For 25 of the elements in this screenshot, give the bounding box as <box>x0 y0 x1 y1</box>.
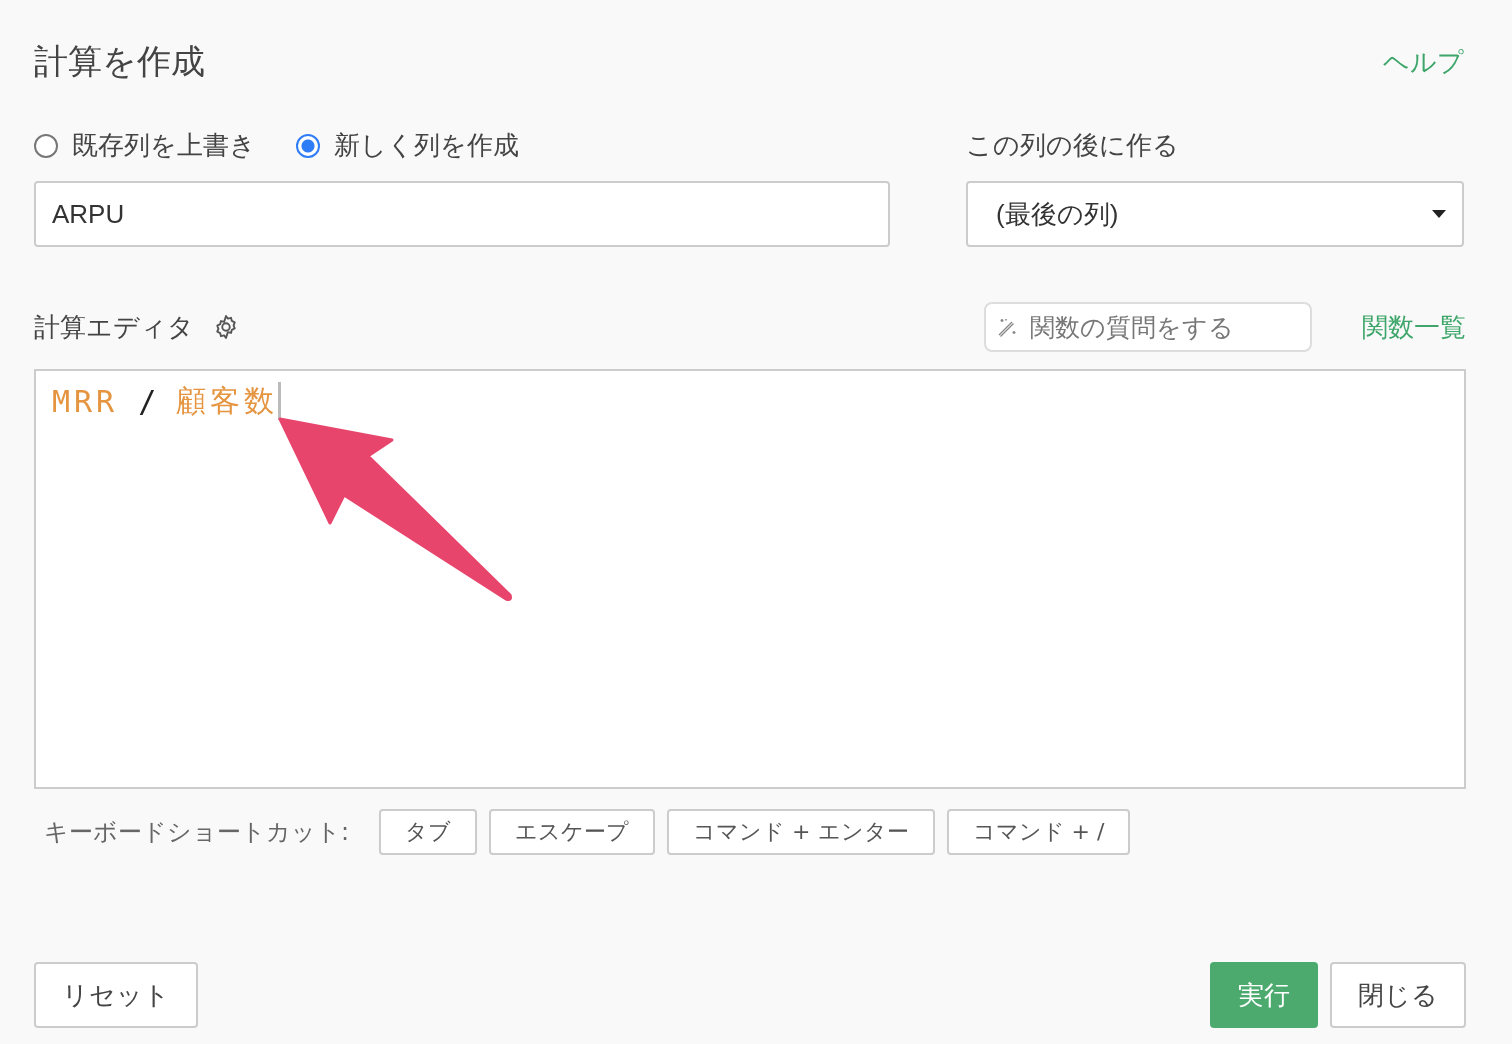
shortcut-key: コマンド + エンター <box>667 809 935 855</box>
shortcut-key: エスケープ <box>489 809 656 855</box>
radio-button[interactable] <box>296 133 320 158</box>
insert-after-dropdown[interactable]: (最後の列) <box>966 181 1464 247</box>
dialog-title: 計算を作成 <box>34 40 205 83</box>
close-button[interactable]: 閉じる <box>1330 962 1466 1028</box>
column-token: MRR <box>52 383 119 419</box>
text-cursor <box>278 382 282 420</box>
radio-option[interactable]: 既存列を上書き <box>34 128 256 163</box>
insert-after-label: この列の後に作る <box>966 129 1180 162</box>
formula-editor[interactable]: MRR / 顧客数 <box>34 369 1466 789</box>
operator-token: / <box>138 383 157 419</box>
radio-option[interactable]: 新しく列を作成 <box>296 128 519 163</box>
reset-button[interactable]: リセット <box>34 962 198 1028</box>
column-name-field[interactable]: ARPU <box>34 181 890 247</box>
shortcuts-label: キーボードショートカット: <box>44 817 350 848</box>
radio-label: 既存列を上書き <box>72 129 256 162</box>
ask-function-field[interactable]: 関数の質問をする <box>984 302 1312 352</box>
radio-button[interactable] <box>34 133 58 158</box>
radio-label: 新しく列を作成 <box>334 129 519 162</box>
column-token: 顧客数 <box>176 381 279 420</box>
editor-label: 計算エディタ <box>34 310 194 344</box>
shortcut-key: コマンド + / <box>946 809 1131 855</box>
shortcut-key: タブ <box>379 809 478 855</box>
caret-icon <box>1432 210 1446 218</box>
